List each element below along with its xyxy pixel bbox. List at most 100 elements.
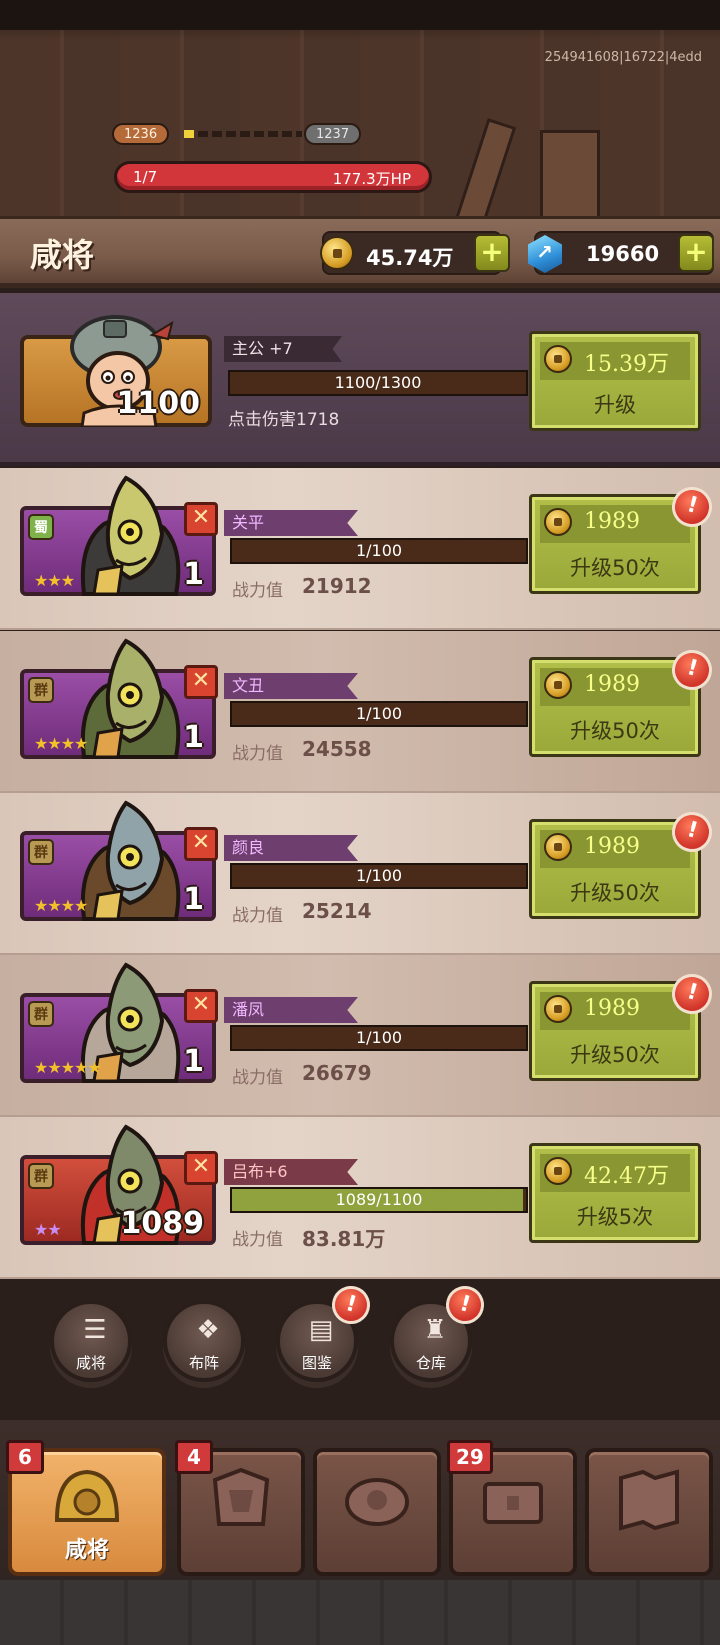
hero-card[interactable]: 群 ★★★★★ 1 ✕: [20, 962, 218, 1083]
hero-upgrade-button[interactable]: 1989 升级50次 !: [529, 482, 717, 594]
next-stage: 1237: [304, 123, 362, 145]
hero-name: 关平: [224, 510, 358, 536]
current-stage: 1236: [112, 123, 170, 145]
faction-badge: 群: [28, 1163, 54, 1189]
hero-upgrade-button[interactable]: 1989 升级50次 !: [529, 645, 717, 757]
hero-level: 1: [183, 557, 204, 592]
hero-exp-bar: 1/100: [230, 701, 528, 727]
tab-turtle[interactable]: [313, 1448, 441, 1576]
stage-progress-dots: [184, 130, 302, 138]
power-label: 战力值: [232, 744, 283, 764]
hero-exp-text: 1089/1100: [335, 1190, 423, 1209]
lord-portrait[interactable]: 1100: [20, 315, 212, 427]
hero-card[interactable]: 蜀 ★★★ 1 ✕: [20, 475, 218, 596]
hero-row: 蜀 ★★★ 1 ✕ 关平 1/100 战力值 21912 1989 升级50次 …: [0, 468, 720, 630]
hero-level: 1089: [120, 1206, 205, 1241]
hero-name: 吕布+6: [224, 1159, 358, 1185]
upgrade-cost: 42.47万: [584, 1164, 669, 1189]
hero-row: 群 ★★ 1089 ✕ 吕布+6 1089/1100 战力值 83.81万 42…: [0, 1117, 720, 1279]
turtle-icon: [345, 1478, 409, 1526]
tab-count-badge: 4: [175, 1440, 213, 1474]
upgrade-label: 升级50次: [570, 1043, 660, 1067]
hero-card[interactable]: 群 ★★★★ 1 ✕: [20, 800, 218, 921]
formation-icon: ❖: [196, 1315, 220, 1345]
list-icon: ☰: [83, 1315, 107, 1345]
lord-upgrade-button[interactable]: 15.39万 升级: [529, 331, 701, 431]
upgrade-cost: 1989: [584, 672, 640, 697]
coin-icon: [544, 671, 572, 699]
floor-strip: [0, 1580, 720, 1645]
gold-amount: 45.74万: [366, 246, 454, 270]
power-label: 战力值: [232, 1068, 283, 1088]
hero-exp-bar: 1089/1100: [230, 1187, 528, 1213]
header-bar: 咸将 45.74万 + 19660 +: [0, 216, 720, 288]
status-bar: [0, 0, 720, 30]
upgrade-label: 升级50次: [570, 719, 660, 743]
tab-map[interactable]: [585, 1448, 713, 1576]
round-button[interactable]: ❖ 布阵: [163, 1300, 245, 1382]
armor-icon: [212, 1467, 270, 1526]
round-button[interactable]: ☰ 咸将: [50, 1300, 132, 1382]
power-value: 25214: [302, 899, 372, 923]
tab-armor[interactable]: 4: [175, 1440, 305, 1576]
power-value: 26679: [302, 1061, 372, 1085]
hero-exp-text: 1/100: [355, 541, 403, 560]
page-title: 咸将: [30, 236, 95, 274]
hero-exp-bar: 1/100: [230, 863, 528, 889]
tab-chest[interactable]: 29: [447, 1440, 577, 1576]
hero-exp-bar: 1/100: [230, 538, 528, 564]
cost-row: 15.39万: [540, 342, 690, 380]
lord-exp-bar: 1100/1300: [228, 370, 528, 396]
round-menu-item[interactable]: ♜ 仓库 !: [390, 1281, 489, 1382]
coin-icon: [544, 995, 572, 1023]
faction-badge: 蜀: [28, 514, 54, 540]
power-value: 21912: [302, 574, 372, 598]
coin-icon: [544, 345, 572, 373]
salted-fish-hero-icon: [80, 475, 181, 596]
hero-name: 潘凤: [224, 997, 358, 1023]
hero-card[interactable]: 群 ★★ 1089 ✕: [20, 1124, 218, 1245]
hero-upgrade-button[interactable]: 42.47万 升级5次: [529, 1143, 701, 1243]
upgrade-label: 升级50次: [570, 556, 660, 580]
power-label: 战力值: [232, 1230, 283, 1250]
hero-exp-text: 1/100: [355, 866, 403, 885]
tab-count-badge: 29: [447, 1440, 493, 1474]
coin-icon: [544, 833, 572, 861]
hero-level: 1: [183, 720, 204, 755]
upgrade-label: 升级: [594, 393, 636, 417]
hero-exp-text: 1/100: [355, 704, 403, 723]
add-gem-button[interactable]: +: [678, 234, 714, 272]
boss-hp-value: 177.3万HP: [332, 170, 411, 188]
tap-damage: 点击伤害1718: [228, 410, 340, 430]
lord-name: 主公 +7: [224, 336, 342, 362]
lord-exp-text: 1100/1300: [334, 373, 422, 392]
gem-icon: [528, 235, 562, 273]
lord-level: 1100: [116, 386, 201, 421]
wood-crate: [540, 130, 600, 218]
add-gold-button[interactable]: +: [474, 234, 510, 272]
hero-upgrade-button[interactable]: 1989 升级50次 !: [529, 807, 717, 919]
cost-row: 1989: [540, 830, 690, 868]
helmet-icon: [54, 1469, 120, 1522]
hero-card[interactable]: 群 ★★★★ 1 ✕: [20, 638, 218, 759]
round-menu-item[interactable]: ☰ 咸将: [50, 1300, 132, 1382]
boss-hp-bar: 1/7 177.3万HP: [114, 161, 432, 193]
upgrade-label: 升级5次: [576, 1205, 654, 1229]
hero-upgrade-button[interactable]: 1989 升级50次 !: [529, 969, 717, 1081]
hero-name: 文丑: [224, 673, 358, 699]
tab-helmet[interactable]: 咸将 6: [6, 1440, 166, 1576]
round-button-label: 咸将: [75, 1354, 106, 1372]
round-menu-item[interactable]: ❖ 布阵: [163, 1300, 245, 1382]
gold-counter: 45.74万 +: [320, 231, 510, 275]
hero-row: 群 ★★★★ 1 ✕ 颜良 1/100 战力值 25214 1989 升级50次…: [0, 793, 720, 955]
wood-beam: [453, 118, 517, 218]
power-value: 83.81万: [302, 1227, 386, 1251]
round-menu-item[interactable]: ▤ 图鉴 !: [276, 1281, 375, 1382]
hero-row: 群 ★★★★★ 1 ✕ 潘凤 1/100 战力值 26679 1989 升级50…: [0, 955, 720, 1117]
cost-row: 1989: [540, 505, 690, 543]
cost-row: 1989: [540, 992, 690, 1030]
tab-count-badge: 6: [6, 1440, 44, 1474]
faction-badge: 群: [28, 677, 54, 703]
star-rating: ★★★★: [34, 896, 88, 915]
hero-level: 1: [183, 1044, 204, 1079]
